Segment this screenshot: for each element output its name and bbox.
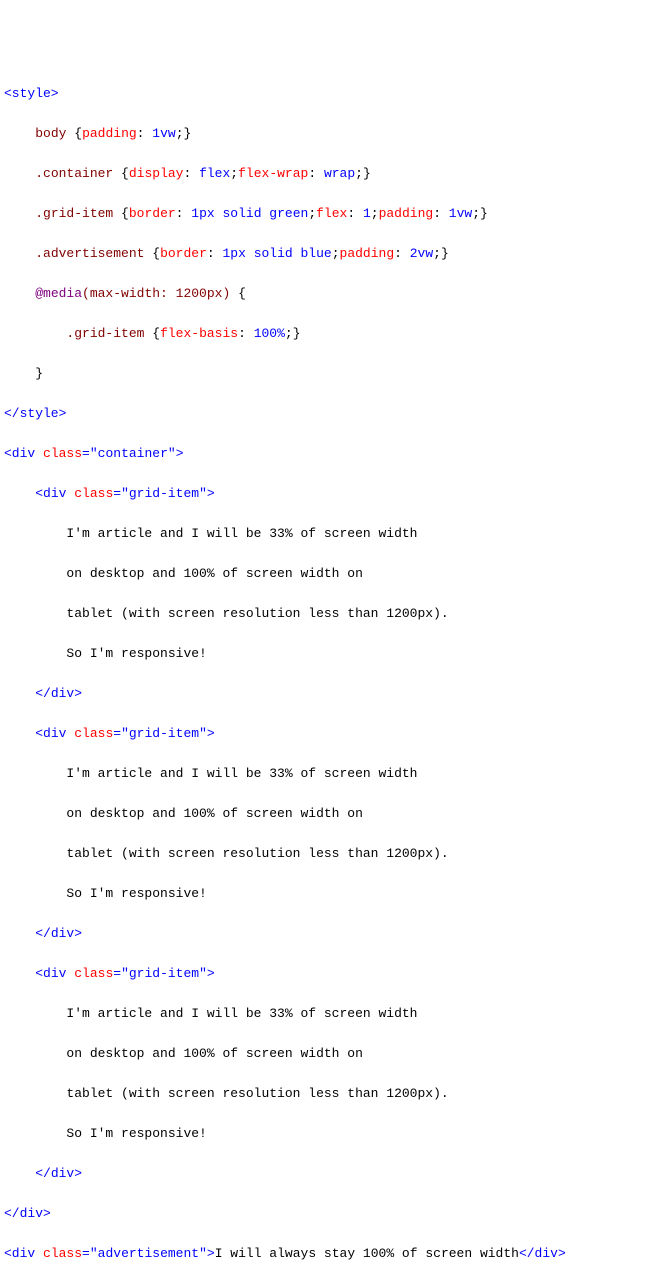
- code-attr: class: [74, 726, 113, 741]
- code-tag: </div>: [4, 1206, 51, 1221]
- code-value: wrap: [324, 166, 355, 181]
- code-selector: .advertisement: [35, 246, 144, 261]
- code-value: 1px solid green: [191, 206, 308, 221]
- code-tag: <div: [4, 1246, 35, 1261]
- code-attr-value: "container": [90, 446, 176, 461]
- code-gt: >: [207, 486, 215, 501]
- code-tag: </div>: [35, 1166, 82, 1181]
- code-text: So I'm responsive!: [66, 1126, 206, 1141]
- code-tag: <div: [35, 726, 66, 741]
- code-keyword: @media: [35, 286, 82, 301]
- code-prop: display: [129, 166, 184, 181]
- code-attr-value: "grid-item": [121, 966, 207, 981]
- code-text: tablet (with screen resolution less than…: [66, 846, 448, 861]
- code-text: on desktop and 100% of screen width on: [66, 806, 362, 821]
- code-prop: padding: [82, 126, 137, 141]
- code-prop: border: [160, 246, 207, 261]
- code-value: 1: [363, 206, 371, 221]
- code-media-cond: (max-width: 1200px): [82, 286, 230, 301]
- code-attr-value: "grid-item": [121, 726, 207, 741]
- code-attr: class: [43, 1246, 82, 1261]
- code-tag: </div>: [35, 926, 82, 941]
- code-selector: .container: [35, 166, 113, 181]
- code-gt: >: [207, 966, 215, 981]
- code-attr-value: "grid-item": [121, 486, 207, 501]
- code-gt: >: [207, 1246, 215, 1261]
- code-text: I'm article and I will be 33% of screen …: [66, 526, 417, 541]
- code-prop: flex-basis: [160, 326, 238, 341]
- code-value: flex: [199, 166, 230, 181]
- code-text: So I'm responsive!: [66, 886, 206, 901]
- code-text: I will always stay 100% of screen width: [215, 1246, 519, 1261]
- code-text: tablet (with screen resolution less than…: [66, 606, 448, 621]
- code-selector: body: [35, 126, 66, 141]
- code-attr: class: [43, 446, 82, 461]
- code-selector: .grid-item: [35, 206, 113, 221]
- code-tag: <div: [35, 486, 66, 501]
- code-value: 100%: [254, 326, 285, 341]
- code-tag: </div>: [35, 686, 82, 701]
- code-text: I'm article and I will be 33% of screen …: [66, 766, 417, 781]
- code-prop: padding: [379, 206, 434, 221]
- code-text: on desktop and 100% of screen width on: [66, 566, 362, 581]
- code-prop: flex-wrap: [238, 166, 308, 181]
- code-gt: >: [176, 446, 184, 461]
- code-tag: <div: [35, 966, 66, 981]
- code-tag: <style>: [4, 86, 59, 101]
- code-tag: <div: [4, 446, 35, 461]
- code-value: 1vw: [152, 126, 175, 141]
- code-selector: .grid-item: [66, 326, 144, 341]
- code-gt: >: [207, 726, 215, 741]
- code-tag: </div>: [519, 1246, 566, 1261]
- code-text: I'm article and I will be 33% of screen …: [66, 1006, 417, 1021]
- code-value: 1px solid blue: [222, 246, 331, 261]
- code-attr: class: [74, 966, 113, 981]
- code-value: 2vw: [410, 246, 433, 261]
- code-text: So I'm responsive!: [66, 646, 206, 661]
- code-text: tablet (with screen resolution less than…: [66, 1086, 448, 1101]
- code-prop: flex: [316, 206, 347, 221]
- code-value: 1vw: [449, 206, 472, 221]
- code-text: on desktop and 100% of screen width on: [66, 1046, 362, 1061]
- code-prop: padding: [340, 246, 395, 261]
- code-attr-value: "advertisement": [90, 1246, 207, 1261]
- code-attr: class: [74, 486, 113, 501]
- code-prop: border: [129, 206, 176, 221]
- code-tag: </style>: [4, 406, 66, 421]
